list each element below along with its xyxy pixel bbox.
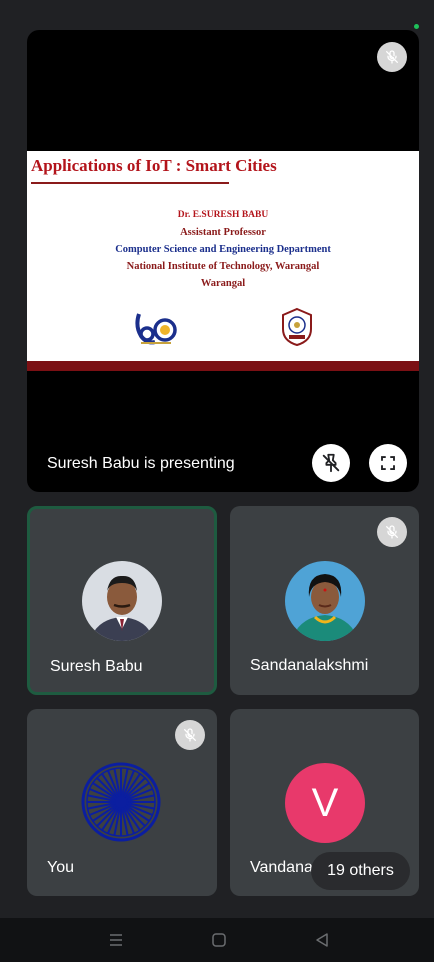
recents-button[interactable] xyxy=(96,918,136,962)
slide-department: Computer Science and Engineering Departm… xyxy=(115,244,331,255)
slide-institute: National Institute of Technology, Warang… xyxy=(126,261,320,272)
home-icon xyxy=(212,933,226,947)
participant-name: You xyxy=(47,859,74,876)
fullscreen-icon xyxy=(381,456,395,470)
avatar xyxy=(285,561,365,641)
participant-name: Sandanalakshmi xyxy=(250,657,369,674)
institute-emblem-icon xyxy=(282,307,312,347)
participant-tile-sandanalakshmi[interactable]: Sandanalakshmi xyxy=(230,506,419,695)
diamond-jubilee-logo-icon xyxy=(135,313,177,345)
presentation-tile[interactable]: Applications of IoT : Smart Cities Dr. E… xyxy=(27,30,419,492)
slide-city: Warangal xyxy=(200,278,246,289)
fullscreen-button[interactable] xyxy=(369,444,407,482)
mic-off-icon xyxy=(175,720,205,750)
participant-tile-you[interactable]: You xyxy=(27,709,217,896)
mic-off-icon xyxy=(377,42,407,72)
unpin-button[interactable] xyxy=(312,444,350,482)
avatar-letter: V xyxy=(311,780,339,825)
participant-name: Vandana xyxy=(250,859,313,876)
pin-off-icon xyxy=(322,453,340,473)
home-button[interactable] xyxy=(199,918,239,962)
avatar: V xyxy=(285,763,365,843)
participant-tile-suresh-babu[interactable]: Suresh Babu xyxy=(27,506,217,695)
slide-title-underline xyxy=(31,182,229,184)
system-navigation-bar xyxy=(0,918,434,962)
slide-presenter-name: Dr. E.SURESH BABU xyxy=(177,210,269,220)
back-icon xyxy=(316,933,328,947)
participant-name: Suresh Babu xyxy=(50,658,143,675)
slide-designation: Assistant Professor xyxy=(180,227,266,238)
ashoka-chakra-icon xyxy=(81,762,161,842)
shared-slide: Applications of IoT : Smart Cities Dr. E… xyxy=(27,151,419,371)
recents-icon xyxy=(110,934,122,946)
presenting-label: Suresh Babu is presenting xyxy=(47,455,235,472)
mic-off-icon xyxy=(377,517,407,547)
back-button[interactable] xyxy=(302,918,342,962)
status-indicator xyxy=(414,24,419,29)
slide-footer-bar xyxy=(27,361,419,371)
others-button[interactable]: 19 others xyxy=(311,852,410,890)
avatar xyxy=(82,561,162,641)
slide-body: Dr. E.SURESH BABU Assistant Professor Co… xyxy=(27,207,419,292)
slide-title: Applications of IoT : Smart Cities xyxy=(31,156,277,175)
